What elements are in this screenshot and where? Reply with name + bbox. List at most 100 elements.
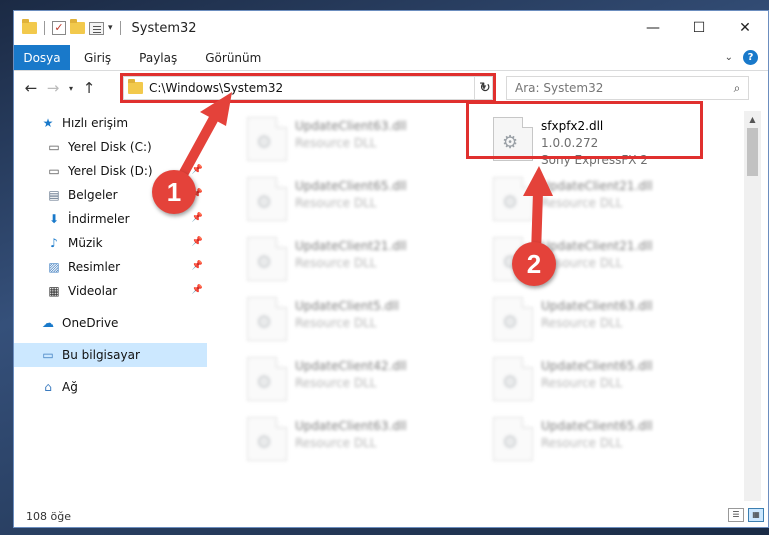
sidebar-item-label: Bu bilgisayar bbox=[62, 348, 140, 362]
file-item[interactable]: ⚙ UpdateClient65.dll Resource DLL bbox=[493, 357, 723, 409]
sidebar-item-label: Yerel Disk (C:) bbox=[68, 140, 152, 154]
dll-file-icon: ⚙ bbox=[247, 237, 287, 281]
dll-file-icon: ⚙ bbox=[493, 357, 533, 401]
pin-icon[interactable]: 📌 bbox=[192, 213, 203, 223]
file-item[interactable]: ⚙ UpdateClient42.dll Resource DLL bbox=[247, 357, 477, 409]
sidebar-item-1[interactable]: ▭ Yerel Disk (C:) bbox=[14, 135, 207, 159]
videos-icon: ▦ bbox=[48, 284, 60, 298]
gear-icon: ⚙ bbox=[256, 432, 273, 453]
search-box[interactable]: ⌕ bbox=[506, 76, 749, 100]
explorer-window: ✓ ▾ System32 — ☐ ✕ Dosya Giriş Paylaş Gö… bbox=[13, 10, 769, 528]
star-icon: ★ bbox=[42, 116, 54, 130]
tab-home[interactable]: Giriş bbox=[70, 45, 125, 70]
file-name: UpdateClient63.dll bbox=[295, 119, 407, 133]
pin-icon[interactable]: 📌 bbox=[192, 165, 203, 175]
gear-icon: ⚙ bbox=[502, 372, 519, 393]
file-item[interactable]: ⚙ UpdateClient65.dll Resource DLL bbox=[247, 177, 477, 229]
address-path[interactable]: C:\Windows\System32 bbox=[149, 81, 476, 95]
customize-toolbar-icon[interactable]: ▾ bbox=[108, 23, 113, 33]
gear-icon: ⚙ bbox=[502, 192, 519, 213]
file-item[interactable]: ⚙ UpdateClient21.dll Resource DLL bbox=[493, 177, 723, 229]
file-description: Resource DLL bbox=[295, 316, 377, 330]
file-name: UpdateClient63.dll bbox=[541, 299, 653, 313]
file-name: UpdateClient65.dll bbox=[541, 359, 653, 373]
file-description: Resource DLL bbox=[541, 196, 623, 210]
properties-icon[interactable] bbox=[89, 21, 104, 35]
minimize-button[interactable]: — bbox=[630, 11, 676, 45]
gear-icon: ⚙ bbox=[256, 132, 273, 153]
address-bar[interactable]: C:\Windows\System32 ▾ bbox=[123, 76, 493, 100]
file-name: UpdateClient21.dll bbox=[541, 239, 653, 253]
sidebar-item-0[interactable]: ★ Hızlı erişim bbox=[14, 111, 207, 135]
dll-file-icon: ⚙ bbox=[247, 297, 287, 341]
back-button[interactable]: ← bbox=[20, 79, 42, 97]
file-name: UpdateClient63.dll bbox=[295, 419, 407, 433]
sidebar-item-network[interactable]: ⌂ Ağ bbox=[14, 375, 207, 399]
help-icon[interactable]: ? bbox=[743, 50, 758, 65]
file-meta: UpdateClient42.dll Resource DLL bbox=[295, 357, 407, 390]
pin-icon[interactable]: 📌 bbox=[192, 261, 203, 271]
file-description: Resource DLL bbox=[295, 136, 377, 150]
search-input[interactable] bbox=[515, 81, 726, 95]
folder-icon[interactable] bbox=[22, 19, 37, 34]
sidebar-item-5[interactable]: ♪ Müzik 📌 bbox=[14, 231, 207, 255]
tab-file[interactable]: Dosya bbox=[14, 45, 70, 70]
title-bar: ✓ ▾ System32 — ☐ ✕ bbox=[14, 11, 768, 45]
pin-icon[interactable]: 📌 bbox=[192, 285, 203, 295]
maximize-button[interactable]: ☐ bbox=[676, 11, 722, 45]
gear-icon: ⚙ bbox=[256, 312, 273, 333]
new-folder-icon[interactable] bbox=[70, 19, 85, 34]
sidebar-item-this-pc[interactable]: ▭ Bu bilgisayar bbox=[14, 343, 207, 367]
target-file-item[interactable]: ⚙ sfxpfx2.dll 1.0.0.272 Sony ExpressFX 2 bbox=[493, 117, 723, 169]
download-icon: ⬇ bbox=[48, 212, 60, 226]
sidebar-item-7[interactable]: ▦ Videolar 📌 bbox=[14, 279, 207, 303]
refresh-button[interactable]: ↻ bbox=[474, 76, 496, 100]
file-item[interactable]: ⚙ UpdateClient63.dll Resource DLL bbox=[247, 117, 477, 169]
file-name: UpdateClient42.dll bbox=[295, 359, 407, 373]
dll-file-icon: ⚙ bbox=[247, 177, 287, 221]
file-meta: sfxpfx2.dll 1.0.0.272 Sony ExpressFX 2 bbox=[541, 117, 648, 167]
gear-icon: ⚙ bbox=[502, 132, 519, 153]
file-name: UpdateClient65.dll bbox=[295, 179, 407, 193]
toolbar-separator bbox=[44, 21, 45, 35]
scroll-thumb[interactable] bbox=[747, 128, 758, 176]
properties-check-icon[interactable]: ✓ bbox=[52, 21, 66, 35]
file-meta: UpdateClient21.dll Resource DLL bbox=[541, 177, 653, 210]
sidebar-item-label: Yerel Disk (D:) bbox=[68, 164, 153, 178]
file-description: Resource DLL bbox=[541, 316, 623, 330]
close-button[interactable]: ✕ bbox=[722, 11, 768, 45]
expand-ribbon-icon[interactable]: ⌄ bbox=[725, 52, 733, 63]
sidebar-item-label: Müzik bbox=[68, 236, 103, 250]
dll-file-icon: ⚙ bbox=[493, 297, 533, 341]
sidebar-item-onedrive[interactable]: ☁ OneDrive bbox=[14, 311, 207, 335]
recent-locations-button[interactable]: ▾ bbox=[64, 84, 78, 93]
tab-share[interactable]: Paylaş bbox=[125, 45, 191, 70]
details-view-icon[interactable]: ☰ bbox=[728, 508, 744, 522]
search-icon[interactable]: ⌕ bbox=[726, 81, 748, 96]
vertical-scrollbar[interactable]: ▲ bbox=[744, 111, 761, 501]
status-bar: 108 öğe ☰ ▦ bbox=[14, 503, 768, 529]
onedrive-icon: ☁ bbox=[42, 316, 54, 330]
pin-icon[interactable]: 📌 bbox=[192, 237, 203, 247]
sidebar-item-6[interactable]: ▨ Resimler 📌 bbox=[14, 255, 207, 279]
dll-file-icon: ⚙ bbox=[247, 417, 287, 461]
file-item[interactable]: ⚙ UpdateClient5.dll Resource DLL bbox=[247, 297, 477, 349]
pictures-icon: ▨ bbox=[48, 260, 60, 274]
scroll-up-icon[interactable]: ▲ bbox=[744, 111, 761, 128]
toolbar-separator bbox=[119, 21, 121, 35]
file-item[interactable]: ⚙ UpdateClient63.dll Resource DLL bbox=[247, 417, 477, 469]
up-button[interactable]: ↑ bbox=[78, 79, 100, 97]
file-name: UpdateClient21.dll bbox=[295, 239, 407, 253]
dll-file-icon: ⚙ bbox=[493, 117, 533, 161]
dll-file-icon: ⚙ bbox=[247, 357, 287, 401]
file-item[interactable]: ⚙ UpdateClient65.dll Resource DLL bbox=[493, 417, 723, 469]
tiles-view-icon[interactable]: ▦ bbox=[748, 508, 764, 522]
file-version: 1.0.0.272 bbox=[541, 136, 599, 150]
file-name: UpdateClient5.dll bbox=[295, 299, 399, 313]
file-item[interactable]: ⚙ UpdateClient63.dll Resource DLL bbox=[493, 297, 723, 349]
item-count: 108 öğe bbox=[26, 509, 71, 523]
file-item[interactable]: ⚙ UpdateClient21.dll Resource DLL bbox=[247, 237, 477, 289]
forward-button[interactable]: → bbox=[42, 79, 64, 97]
tab-view[interactable]: Görünüm bbox=[191, 45, 275, 70]
step-badge-1: 1 bbox=[152, 170, 196, 214]
